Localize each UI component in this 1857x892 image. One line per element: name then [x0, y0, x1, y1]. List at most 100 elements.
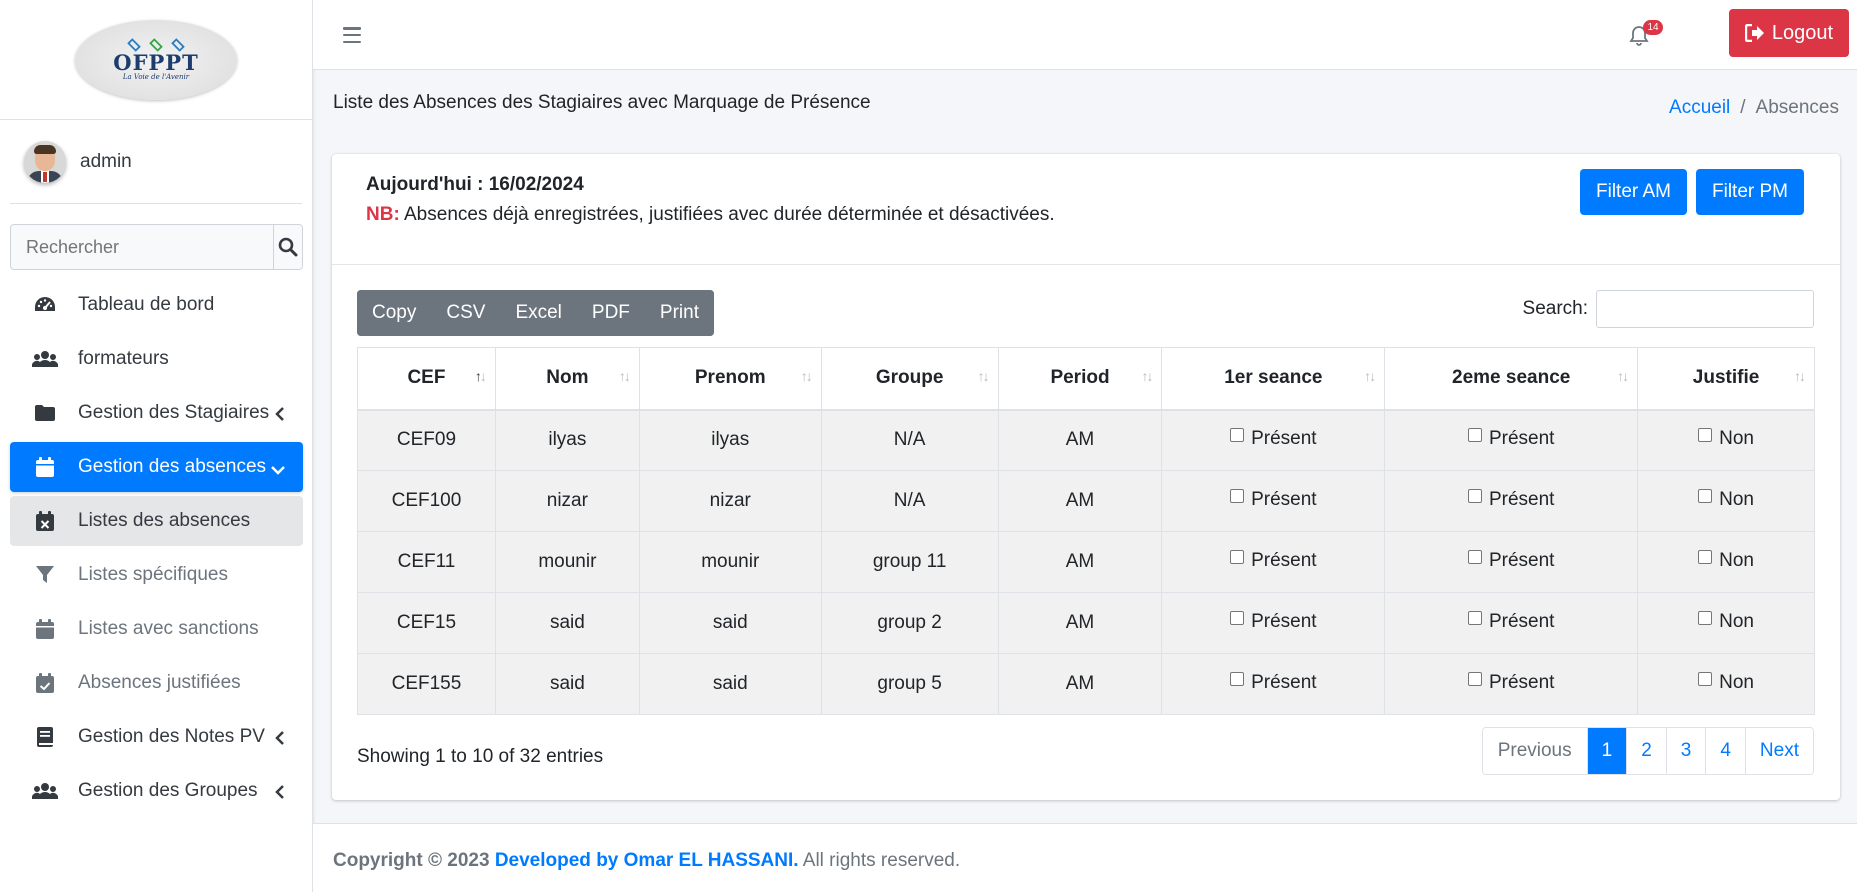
sort-icon: ↑↓ — [977, 368, 990, 384]
filter-pm-button[interactable]: Filter PM — [1696, 169, 1804, 215]
sidebar-item-groupes[interactable]: Gestion des Groupes — [10, 766, 303, 816]
footer: Copyright © 2023 Developed by Omar EL HA… — [313, 823, 1857, 892]
breadcrumb-current: Absences — [1755, 97, 1839, 118]
present-checkbox[interactable] — [1230, 672, 1245, 686]
justifie-checkbox[interactable] — [1698, 611, 1713, 625]
table-info: Showing 1 to 10 of 32 entries — [357, 746, 604, 767]
copy-button[interactable]: Copy — [357, 290, 432, 336]
cell-seance-1: Présent — [1161, 470, 1386, 532]
cell-period: AM — [997, 592, 1163, 654]
pagination-next[interactable]: Next — [1744, 728, 1813, 774]
logo-subtitle: La Voie de l'Avenir — [122, 72, 190, 81]
column-header-prenom[interactable]: Prenom ↑↓ — [638, 347, 822, 411]
justifie-checkbox[interactable] — [1698, 550, 1713, 564]
print-button[interactable]: Print — [644, 290, 714, 336]
cell-groupe: N/A — [820, 470, 999, 532]
sidebar-item-listes-absences[interactable]: Listes des absences — [10, 496, 303, 546]
breadcrumb-home-link[interactable]: Accueil — [1669, 97, 1730, 119]
pdf-button[interactable]: PDF — [576, 290, 645, 336]
logout-button[interactable]: Logout — [1729, 9, 1849, 57]
column-header-justifie[interactable]: Justifie ↑↓ — [1637, 347, 1815, 411]
sort-icon: ↑↓ — [1141, 368, 1153, 384]
sidebar-item-stagiaires[interactable]: Gestion des Stagiaires — [10, 388, 303, 438]
table-search: Search: — [1523, 290, 1814, 328]
username[interactable]: admin — [80, 151, 132, 173]
calendar-icon — [32, 618, 58, 640]
sort-icon: ↑↓ — [1794, 368, 1806, 384]
sort-icon: ↑↓ — [618, 368, 631, 384]
table-row: CEF11 mounir mounir group 11 AM Présent … — [357, 531, 1815, 593]
cell-nom: nizar — [494, 470, 640, 532]
present-checkbox[interactable] — [1467, 611, 1482, 625]
logo-mark-icon — [124, 37, 188, 52]
cell-seance-1: Présent — [1161, 592, 1386, 654]
cell-period: AM — [997, 653, 1163, 715]
cell-seance-1: Présent — [1161, 653, 1386, 715]
justifie-checkbox[interactable] — [1698, 428, 1713, 443]
present-checkbox[interactable] — [1467, 550, 1482, 564]
justifie-checkbox[interactable] — [1698, 672, 1713, 686]
present-checkbox[interactable] — [1230, 550, 1245, 564]
cell-justifie: Non — [1637, 409, 1815, 471]
column-header-seance-2[interactable]: 2eme seance ↑↓ — [1384, 347, 1639, 411]
sign-out-icon — [1744, 24, 1764, 42]
cell-cef: CEF100 — [357, 470, 496, 532]
csv-button[interactable]: CSV — [431, 290, 501, 336]
sidebar-item-absences[interactable]: Gestion des absences — [10, 442, 303, 492]
cell-groupe: group 5 — [820, 653, 999, 715]
pagination-page-1[interactable]: 1 — [1586, 728, 1627, 774]
pagination-page-2[interactable]: 2 — [1626, 728, 1666, 774]
present-checkbox[interactable] — [1467, 489, 1482, 503]
cell-seance-2: Présent — [1384, 470, 1639, 532]
sidebar-item-label: Listes avec sanctions — [78, 618, 259, 639]
sidebar-item-listes-sanctions[interactable]: Listes avec sanctions — [10, 604, 303, 654]
sort-asc-icon: ↑↓ — [474, 368, 487, 384]
sidebar-item-listes-specifiques[interactable]: Listes spécifiques — [10, 550, 303, 600]
sidebar-search-input[interactable] — [11, 225, 273, 269]
sidebar-item-formateurs[interactable]: formateurs — [10, 334, 303, 384]
sidebar-item-dashboard[interactable]: Tableau de bord — [10, 280, 303, 330]
excel-button[interactable]: Excel — [500, 290, 577, 336]
absences-card: Aujourd'hui : 16/02/2024 NB: Absences dé… — [332, 154, 1840, 800]
column-header-period[interactable]: Period ↑↓ — [997, 347, 1163, 411]
column-header-groupe[interactable]: Groupe ↑↓ — [820, 347, 999, 411]
present-checkbox[interactable] — [1467, 672, 1482, 686]
filter-am-button[interactable]: Filter AM — [1580, 169, 1687, 215]
export-buttons: Copy CSV Excel PDF Print — [357, 290, 714, 336]
sidebar-item-label: Listes spécifiques — [78, 564, 228, 585]
present-checkbox[interactable] — [1230, 489, 1245, 503]
avatar — [24, 140, 66, 183]
sidebar-item-label: Gestion des Stagiaires — [78, 402, 270, 423]
pagination-page-3[interactable]: 3 — [1665, 728, 1706, 774]
sidebar-item-absences-justifiees[interactable]: Absences justifiées — [10, 658, 303, 708]
sidebar-item-notes-pv[interactable]: Gestion des Notes PV — [10, 712, 303, 762]
cell-prenom: said — [638, 653, 822, 715]
column-header-cef[interactable]: CEF ↑↓ — [357, 347, 496, 411]
cell-cef: CEF155 — [357, 653, 496, 715]
table-search-input[interactable] — [1596, 290, 1814, 328]
sidebar-item-label: Gestion des Notes PV — [78, 726, 265, 747]
justifie-checkbox[interactable] — [1698, 489, 1713, 503]
pagination-page-4[interactable]: 4 — [1705, 728, 1745, 774]
user-panel[interactable]: admin — [10, 120, 302, 204]
pagination-previous[interactable]: Previous — [1482, 728, 1587, 774]
cell-justifie: Non — [1637, 531, 1815, 593]
filter-icon — [32, 564, 58, 586]
column-header-nom[interactable]: Nom ↑↓ — [494, 347, 640, 411]
column-header-seance-1[interactable]: 1er seance ↑↓ — [1161, 347, 1386, 411]
hamburger-menu-icon[interactable] — [343, 27, 361, 43]
present-checkbox[interactable] — [1467, 428, 1482, 443]
present-checkbox[interactable] — [1230, 611, 1245, 625]
sidebar-item-label: Gestion des Groupes — [78, 780, 258, 801]
footer-developer-link[interactable]: Developed by Omar EL HASSANI. — [495, 850, 799, 871]
present-checkbox[interactable] — [1230, 428, 1245, 443]
cell-seance-2: Présent — [1384, 409, 1639, 471]
cell-nom: ilyas — [494, 409, 640, 471]
cell-nom: said — [494, 653, 640, 715]
sidebar-item-label: Gestion des absences — [78, 456, 267, 477]
table-search-label: Search: — [1522, 298, 1588, 319]
ofppt-logo[interactable]: OFPPT La Voie de l'Avenir — [75, 19, 237, 100]
sidebar-search-button[interactable] — [273, 225, 302, 269]
cell-prenom: said — [638, 592, 822, 654]
table-row: CEF15 said said group 2 AM Présent Prése… — [357, 592, 1815, 654]
